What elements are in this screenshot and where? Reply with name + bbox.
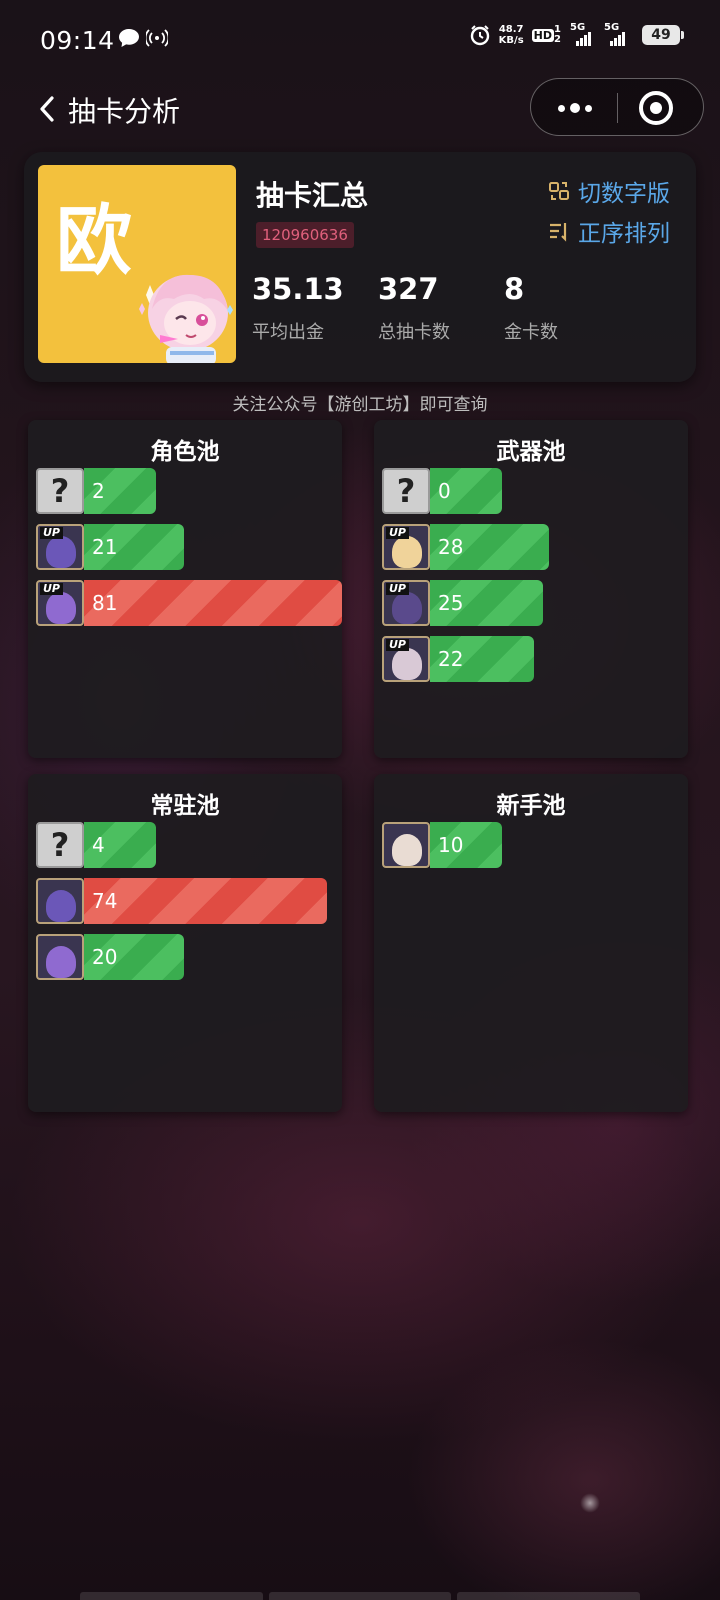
- chibi-character-image: [139, 274, 233, 363]
- question-mark-icon: ?: [382, 468, 430, 514]
- hd-badge: HD 12: [531, 24, 561, 45]
- character-avatar: [36, 934, 84, 980]
- chevron-left-icon[interactable]: [34, 92, 58, 126]
- question-mark-icon: ?: [36, 468, 84, 514]
- stat-avg-gold: 35.13 平均出金: [252, 272, 344, 343]
- switch-numeric-button[interactable]: 切数字版: [548, 174, 670, 208]
- alarm-icon: [470, 25, 489, 46]
- summary-title: 抽卡汇总: [256, 179, 369, 212]
- pull-count-bar: 10: [430, 822, 502, 868]
- pull-count-bar: 4: [84, 822, 156, 868]
- pool-card-weapon: 武器池 ? 0 UP 28 UP 25 UP 22: [374, 420, 688, 758]
- signal-icon-2: 5G: [604, 22, 634, 46]
- hotspot-icon: [146, 29, 168, 47]
- pull-count-bar: 21: [84, 524, 184, 570]
- pull-count-bar: 74: [84, 878, 327, 924]
- pull-count-bar: 22: [430, 636, 534, 682]
- pool-title: 武器池: [496, 439, 566, 465]
- status-bar: 09:14 48.7 KB/s HD 12 5G 5G 49: [0, 0, 720, 80]
- target-circle-icon[interactable]: [639, 91, 673, 125]
- up-character-avatar: UP: [36, 580, 84, 626]
- pull-count-bar: 20: [84, 934, 184, 980]
- character-avatar: [382, 822, 430, 868]
- up-character-avatar: UP: [382, 636, 430, 682]
- sort-order-button[interactable]: 正序排列: [548, 214, 670, 248]
- pool-card-beginner: 新手池 10: [374, 774, 688, 1112]
- pool-card-character: 角色池 ? 2 UP 21 UP 81: [28, 420, 342, 758]
- luck-char: 欧: [56, 196, 132, 285]
- signal-icon: 5G: [570, 22, 596, 46]
- sort-icon: [550, 223, 567, 242]
- pull-count-bar: 0: [430, 468, 502, 514]
- summary-card: 欧 抽卡汇总 120960636 切数字版 正序排列 35.13 平均出金 32…: [24, 152, 696, 382]
- more-dots-icon[interactable]: [547, 87, 603, 129]
- status-time: 09:14: [40, 26, 115, 55]
- up-character-avatar: UP: [36, 524, 84, 570]
- pool-card-standard: 常驻池 ? 4 74 20: [28, 774, 342, 1112]
- page-title: 抽卡分析: [68, 95, 181, 128]
- uid-tag: 120960636: [256, 222, 354, 248]
- luck-badge: 欧: [38, 165, 236, 363]
- character-avatar: [36, 878, 84, 924]
- pull-count-bar: 28: [430, 524, 549, 570]
- switch-icon: [549, 182, 569, 200]
- chat-icon: [119, 29, 139, 47]
- bottom-tab-strip: [80, 1592, 641, 1600]
- battery-icon: 49: [642, 25, 684, 45]
- notice-text: 关注公众号【游创工坊】即可查询: [232, 395, 488, 415]
- pull-count-bar: 25: [430, 580, 543, 626]
- stat-total-pulls: 327 总抽卡数: [378, 272, 450, 343]
- pool-title: 角色池: [150, 439, 220, 465]
- pull-count-bar: 81: [84, 580, 342, 626]
- pool-title: 新手池: [496, 793, 566, 819]
- up-character-avatar: UP: [382, 580, 430, 626]
- nav-bar: 抽卡分析: [0, 78, 720, 140]
- stat-gold-count: 8 金卡数: [504, 272, 558, 343]
- question-mark-icon: ?: [36, 822, 84, 868]
- up-character-avatar: UP: [382, 524, 430, 570]
- net-speed: 48.7 KB/s: [498, 24, 524, 46]
- pull-count-bar: 2: [84, 468, 156, 514]
- pool-title: 常驻池: [150, 793, 220, 819]
- mini-program-capsule: [530, 78, 704, 136]
